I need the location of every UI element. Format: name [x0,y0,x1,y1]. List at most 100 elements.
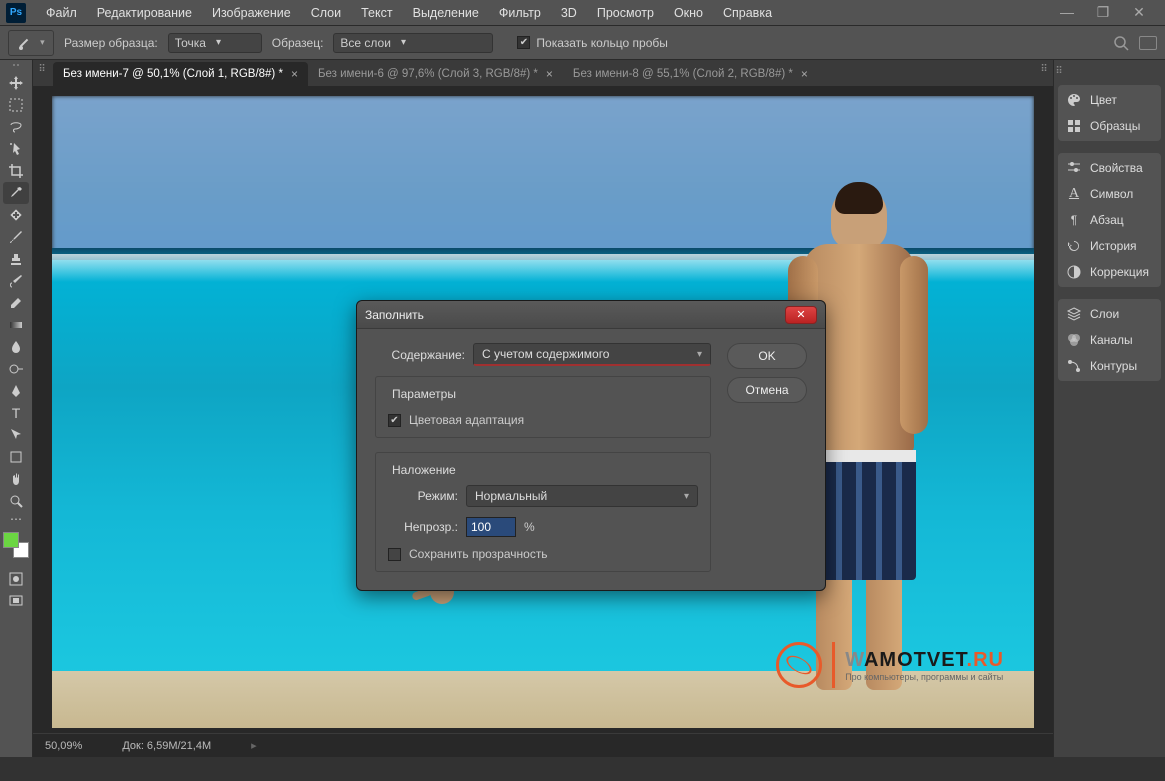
heal-tool[interactable] [3,204,29,226]
eyedropper-tool[interactable] [3,182,29,204]
zoom-level[interactable]: 50,09% [45,740,82,752]
grid-icon [1066,118,1082,134]
tab-close-icon[interactable]: × [291,67,298,81]
fill-dialog: Заполнить ✕ Содержание: С учетом содержи… [356,300,826,591]
dialog-close-button[interactable]: ✕ [785,306,817,324]
panel-group-color: Цвет Образцы [1058,85,1161,141]
color-swatches[interactable] [3,532,29,558]
panel-label: Слои [1090,307,1119,321]
history-brush-tool[interactable] [3,270,29,292]
panel-properties[interactable]: Свойства [1058,155,1161,181]
show-ring-checkbox[interactable]: ✔ [517,36,530,49]
tab-label: Без имени-8 @ 55,1% (Слой 2, RGB/8#) * [573,68,793,80]
menu-select[interactable]: Выделение [403,2,489,24]
content-select[interactable]: С учетом содержимого [473,343,711,366]
shape-tool[interactable] [3,446,29,468]
toolbar: T ⋯ [0,60,33,757]
menu-filter[interactable]: Фильтр [489,2,551,24]
panel-label: Символ [1090,187,1133,201]
workspace-icon[interactable] [1139,36,1157,50]
panel-channels[interactable]: Каналы [1058,327,1161,353]
panel-layers[interactable]: Слои [1058,301,1161,327]
menu-3d[interactable]: 3D [551,2,587,24]
quick-select-tool[interactable] [3,138,29,160]
mode-select[interactable]: Нормальный [466,485,698,507]
color-adapt-checkbox[interactable]: ✔ [388,414,401,427]
layers-icon [1066,306,1082,322]
blur-tool[interactable] [3,336,29,358]
watermark: WAMOTVET.RU Про компьютеры, программы и … [776,642,1004,688]
menu-help[interactable]: Справка [713,2,782,24]
panel-label: Контуры [1090,359,1137,373]
window-restore-icon[interactable]: ❐ [1093,4,1113,21]
panel-group-layers: Слои Каналы Контуры [1058,299,1161,381]
preserve-checkbox[interactable] [388,548,401,561]
history-icon [1066,238,1082,254]
window-minimize-icon[interactable]: — [1057,4,1077,21]
panel-handle-icon[interactable]: ⠿ [1054,66,1064,77]
panel-history[interactable]: История [1058,233,1161,259]
options-bar: ▾ Размер образца: Точка Образец: Все сло… [0,26,1165,60]
hand-tool[interactable] [3,468,29,490]
ok-button[interactable]: OK [727,343,807,369]
dialog-title: Заполнить [365,308,785,322]
crop-tool[interactable] [3,160,29,182]
panel-character[interactable]: A Символ [1058,181,1161,207]
brush-tool[interactable] [3,226,29,248]
path-select-tool[interactable] [3,424,29,446]
doc-size[interactable]: Док: 6,59M/21,4M [122,740,211,752]
panel-label: Каналы [1090,333,1133,347]
panel-group-props: Свойства A Символ ¶ Абзац История Коррек… [1058,153,1161,287]
panel-label: Коррекция [1090,265,1149,279]
panel-adjustments[interactable]: Коррекция [1058,259,1161,285]
menu-type[interactable]: Текст [351,2,402,24]
watermark-logo-icon [776,642,822,688]
svg-text:T: T [12,405,21,421]
menu-edit[interactable]: Редактирование [87,2,202,24]
sample-size-select[interactable]: Точка [168,33,262,53]
app-logo-icon: Ps [6,3,26,23]
move-tool[interactable] [3,72,29,94]
channels-icon [1066,332,1082,348]
menu-image[interactable]: Изображение [202,2,301,24]
menu-view[interactable]: Просмотр [587,2,664,24]
tab-label: Без имени-6 @ 97,6% (Слой 3, RGB/8#) * [318,68,538,80]
eraser-tool[interactable] [3,292,29,314]
zoom-tool[interactable] [3,490,29,512]
panel-paragraph[interactable]: ¶ Абзац [1058,207,1161,233]
dialog-titlebar[interactable]: Заполнить ✕ [357,301,825,329]
gradient-tool[interactable] [3,314,29,336]
menu-file[interactable]: Файл [36,2,87,24]
tool-preset-button[interactable]: ▾ [8,30,54,56]
tabbar-handle-right-icon[interactable]: ⠿ [1039,64,1049,75]
tab-close-icon[interactable]: × [801,67,808,81]
dodge-tool[interactable] [3,358,29,380]
type-tool[interactable]: T [3,402,29,424]
menu-window[interactable]: Окно [664,2,713,24]
stamp-tool[interactable] [3,248,29,270]
screenmode-tool[interactable] [3,590,29,612]
lasso-tool[interactable] [3,116,29,138]
menubar: Ps Файл Редактирование Изображение Слои … [0,0,1165,26]
panel-swatches[interactable]: Образцы [1058,113,1161,139]
panel-color[interactable]: Цвет [1058,87,1161,113]
document-tab-1[interactable]: Без имени-7 @ 50,1% (Слой 1, RGB/8#) * × [53,62,308,86]
marquee-tool[interactable] [3,94,29,116]
toolbar-more[interactable]: ⋯ [3,512,29,526]
tabbar-handle-left-icon[interactable]: ⠿ [37,64,47,75]
document-tab-2[interactable]: Без имени-6 @ 97,6% (Слой 3, RGB/8#) * × [308,62,563,86]
cancel-button[interactable]: Отмена [727,377,807,403]
panel-paths[interactable]: Контуры [1058,353,1161,379]
menu-layer[interactable]: Слои [301,2,351,24]
quickmask-tool[interactable] [3,568,29,590]
tab-close-icon[interactable]: × [546,67,553,81]
search-icon[interactable] [1113,35,1129,51]
sample-select[interactable]: Все слои [333,33,493,53]
status-chevron-icon[interactable]: ▸ [251,739,257,752]
pen-tool[interactable] [3,380,29,402]
foreground-color-swatch[interactable] [3,532,19,548]
document-tab-3[interactable]: Без имени-8 @ 55,1% (Слой 2, RGB/8#) * × [563,62,818,86]
window-close-icon[interactable]: ✕ [1129,4,1149,21]
opacity-input[interactable] [466,517,516,537]
toolbar-handle-icon[interactable] [6,64,26,68]
